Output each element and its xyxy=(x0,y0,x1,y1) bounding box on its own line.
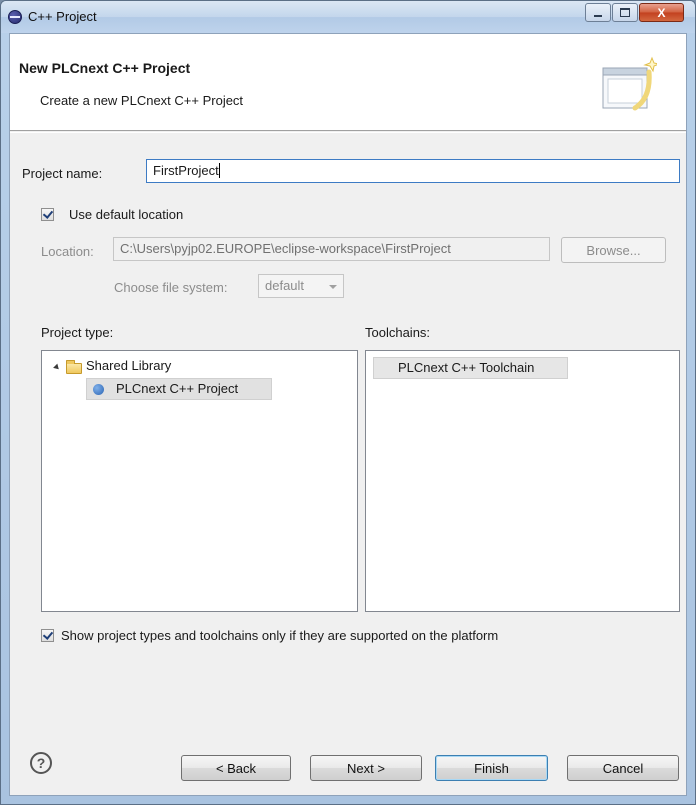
use-default-location-checkbox[interactable] xyxy=(41,208,54,221)
file-system-label: Choose file system: xyxy=(114,280,228,295)
eclipse-icon xyxy=(8,10,22,24)
window-title: C++ Project xyxy=(28,9,97,24)
wizard-banner: New PLCnext C++ Project Create a new PLC… xyxy=(10,34,686,131)
project-dot-icon xyxy=(93,384,104,395)
help-icon[interactable]: ? xyxy=(30,752,52,774)
banner-subtitle: Create a new PLCnext C++ Project xyxy=(40,93,244,108)
show-supported-checkbox[interactable] xyxy=(41,629,54,642)
project-name-label: Project name: xyxy=(22,166,103,181)
cancel-button[interactable]: Cancel xyxy=(567,755,679,781)
toolchain-item[interactable]: PLCnext C++ Toolchain xyxy=(373,357,568,379)
use-default-location-label: Use default location xyxy=(69,207,184,222)
project-type-label: Project type: xyxy=(41,325,114,340)
toolchains-label: Toolchains: xyxy=(365,325,431,340)
location-label: Location: xyxy=(41,244,94,259)
project-name-input[interactable]: FirstProject xyxy=(146,159,680,183)
dialog-content: New PLCnext C++ Project Create a new PLC… xyxy=(9,33,687,796)
show-supported-label: Show project types and toolchains only i… xyxy=(61,628,499,643)
close-button[interactable]: X xyxy=(639,3,684,22)
project-type-tree[interactable]: Shared Library PLCnext C++ Project xyxy=(41,350,358,612)
browse-button[interactable]: Browse... xyxy=(561,237,666,263)
tree-item-plcnext-project[interactable]: PLCnext C++ Project xyxy=(86,378,272,400)
back-button[interactable]: < Back xyxy=(181,755,291,781)
location-input[interactable]: C:\Users\pyjp02.EUROPE\eclipse-workspace… xyxy=(113,237,550,261)
toolchains-list[interactable]: PLCnext C++ Toolchain xyxy=(365,350,680,612)
banner-separator xyxy=(10,132,686,133)
folder-icon xyxy=(66,360,82,374)
close-icon: X xyxy=(657,5,666,20)
chevron-down-icon xyxy=(329,285,337,289)
wizard-banner-icon xyxy=(602,56,657,111)
minimize-button[interactable] xyxy=(585,3,611,22)
wizard-window: C++ Project X New PLCnext C++ Project Cr… xyxy=(0,0,696,805)
tree-item-shared-library[interactable]: Shared Library xyxy=(86,358,171,373)
finish-button[interactable]: Finish xyxy=(435,755,548,781)
next-button[interactable]: Next > xyxy=(310,755,422,781)
minimize-icon xyxy=(594,14,602,17)
title-bar[interactable]: C++ Project X xyxy=(1,1,695,33)
banner-title: New PLCnext C++ Project xyxy=(19,60,191,76)
maximize-button[interactable] xyxy=(612,3,638,22)
maximize-icon xyxy=(620,8,630,17)
expand-arrow-icon[interactable] xyxy=(53,363,61,372)
tree-item-label: PLCnext C++ Project xyxy=(116,381,239,396)
file-system-select[interactable]: default xyxy=(258,274,344,298)
